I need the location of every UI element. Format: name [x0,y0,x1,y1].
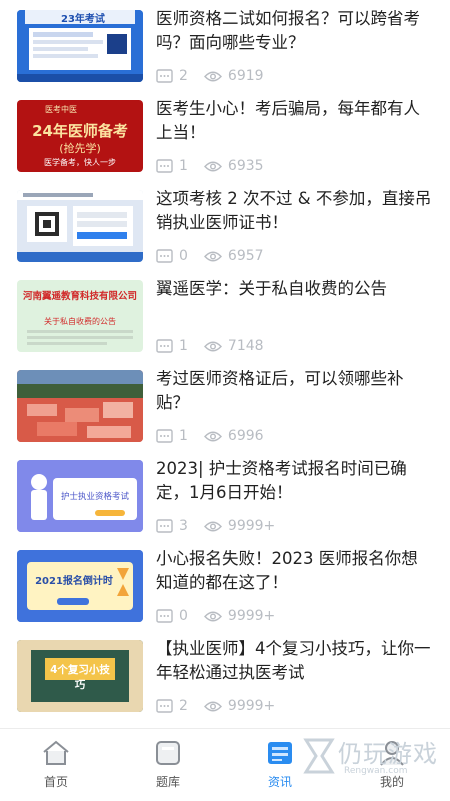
list-item[interactable]: 医考中医 24年医师备考 (抢先学) 医学备考，快人一步 医考生小心！考后骗局，… [0,97,450,190]
list-item[interactable]: 2021报名倒计时 小心报名失败！2023 医师报名你想知道的都在这了！ 0 9… [0,547,450,640]
thumb-caption: 4个复习小技巧 [50,664,110,691]
comment-icon [156,609,173,623]
eye-icon [203,431,222,441]
news-feed: 23年考试 医师资格二试如何报名？可以跨省考吗？面向哪些专业？ 2 6919 医… [0,0,450,728]
eye-icon [203,71,222,81]
eye-icon [203,341,222,351]
thumb-caption: 23年考试 [61,14,105,25]
comment-count: 0 [179,608,188,624]
article-title[interactable]: 考过医师资格证后，可以领哪些补贴？ [156,367,434,415]
comment-icon [156,339,173,353]
thumb-caption: 2021报名倒计时 [35,576,113,587]
article-thumbnail: 医考中医 24年医师备考 (抢先学) 医学备考，快人一步 [17,100,143,172]
article-title[interactable]: 【执业医师】4个复习小技巧，让你一年轻松通过执医考试 [156,637,434,685]
comment-icon [156,69,173,83]
tab-questions[interactable]: 题库 [112,729,224,801]
eye-icon [203,611,222,621]
view-count: 6919 [227,68,264,84]
comment-icon [156,519,173,533]
thumb-caption: 河南翼遥教育科技有限公司 [22,291,137,302]
article-thumbnail: 河南翼遥教育科技有限公司 关于私自收费的公告 [17,280,143,352]
watermark: 仍玩游戏 Rengwan.com [300,732,450,792]
article-meta: 2 6919 [156,68,264,84]
thumb-tag: 医学备考，快人一步 [44,158,116,167]
view-count: 9999+ [227,608,276,624]
view-count: 9999+ [227,698,276,714]
comment-icon [156,429,173,443]
list-item[interactable]: 4个复习小技巧 【执业医师】4个复习小技巧，让你一年轻松通过执医考试 2 999… [0,637,450,728]
article-thumbnail: 2021报名倒计时 [17,550,143,622]
article-meta: 1 7148 [156,338,264,354]
eye-icon [203,701,222,711]
article-title[interactable]: 翼遥医学：关于私自收费的公告 [156,277,434,301]
view-count: 6957 [227,248,264,264]
watermark-name: 仍玩游戏 [338,740,438,768]
article-title[interactable]: 小心报名失败！2023 医师报名你想知道的都在这了！ [156,547,434,595]
list-item[interactable]: 这项考核 2 次不过 & 不参加，直接吊销执业医师证书！ 0 6957 [0,187,450,280]
comment-count: 2 [179,698,188,714]
comment-count: 3 [179,518,188,534]
article-thumbnail [17,190,143,262]
comment-icon [156,699,173,713]
comment-icon [156,159,173,173]
question-bank-icon [156,741,180,765]
comment-count: 2 [179,68,188,84]
article-thumbnail: 护士执业资格考试 [17,460,143,532]
eye-icon [203,161,222,171]
article-title[interactable]: 医师资格二试如何报名？可以跨省考吗？面向哪些专业？ [156,7,434,55]
watermark-sub: Rengwan.com [344,766,408,776]
comment-icon [156,249,173,263]
article-title[interactable]: 2023| 护士资格考试报名时间已确定，1月6日开始！ [156,457,434,505]
thumb-caption: 24年医师备考 [32,122,128,140]
eye-icon [203,521,222,531]
article-title[interactable]: 医考生小心！考后骗局，每年都有人上当！ [156,97,434,145]
article-thumbnail: 4个复习小技巧 [17,640,143,712]
list-item[interactable]: 23年考试 医师资格二试如何报名？可以跨省考吗？面向哪些专业？ 2 6919 [0,7,450,100]
tab-questions-label: 题库 [155,775,180,789]
eye-icon [203,251,222,261]
comment-count: 1 [179,338,188,354]
tab-home[interactable]: 首页 [0,729,112,801]
home-icon [43,740,69,765]
view-count: 9999+ [227,518,276,534]
article-thumbnail: 23年考试 [17,10,143,82]
thumb-sub: (抢先学) [59,142,101,155]
article-meta: 0 9999+ [156,608,275,624]
list-item[interactable]: 河南翼遥教育科技有限公司 关于私自收费的公告 翼遥医学：关于私自收费的公告 1 … [0,277,450,370]
article-meta: 1 6996 [156,428,264,444]
view-count: 6996 [227,428,264,444]
thumb-caption: 护士执业资格考试 [60,492,129,502]
article-thumbnail [17,370,143,442]
list-item[interactable]: 考过医师资格证后，可以领哪些补贴？ 1 6996 [0,367,450,460]
article-title[interactable]: 这项考核 2 次不过 & 不参加，直接吊销执业医师证书！ [156,187,434,235]
view-count: 7148 [227,338,264,354]
thumb-sub: 关于私自收费的公告 [44,317,116,326]
tab-home-label: 首页 [43,775,68,789]
article-meta: 0 6957 [156,248,264,264]
watermark-logo-icon [303,738,335,774]
comment-count: 1 [179,158,188,174]
news-icon [268,742,292,764]
comment-count: 0 [179,248,188,264]
article-meta: 2 9999+ [156,698,275,714]
comment-count: 1 [179,428,188,444]
article-meta: 1 6935 [156,158,264,174]
view-count: 6935 [227,158,264,174]
article-meta: 3 9999+ [156,518,275,534]
thumb-brand: 医考中医 [45,105,77,114]
list-item[interactable]: 护士执业资格考试 2023| 护士资格考试报名时间已确定，1月6日开始！ 3 9… [0,457,450,550]
